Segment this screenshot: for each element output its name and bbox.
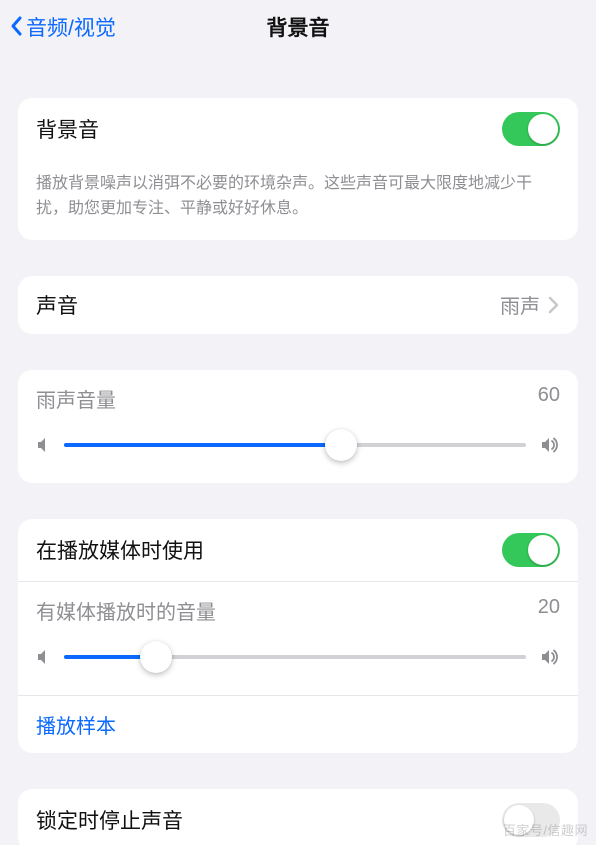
watermark: 百家号/信趣网 [503, 820, 588, 839]
volume-low-icon [36, 648, 50, 666]
chevron-left-icon [8, 15, 24, 39]
media-volume-slider[interactable] [64, 641, 526, 673]
primary-volume-label: 雨声音量 [36, 384, 116, 413]
back-label: 音频/视觉 [26, 12, 116, 42]
primary-volume-value: 60 [538, 384, 560, 413]
group-sound: 声音 雨声 [18, 276, 578, 334]
sound-label: 声音 [36, 290, 500, 320]
master-toggle-desc: 播放背景噪声以消弭不必要的环境杂声。这些声音可最大限度地减少干扰，助您更加专注、… [18, 160, 578, 240]
master-toggle[interactable] [502, 112, 560, 146]
use-with-media-label: 在播放媒体时使用 [36, 535, 502, 565]
nav-bar: 音频/视觉 背景音 [0, 0, 596, 54]
volume-low-icon [36, 436, 50, 454]
group-lock: 锁定时停止声音 [18, 789, 578, 845]
group-media: 在播放媒体时使用 有媒体播放时的音量 20 播放样本 [18, 519, 578, 753]
stop-when-locked-label: 锁定时停止声音 [36, 805, 502, 835]
group-primary-volume: 雨声音量 60 [18, 370, 578, 483]
use-with-media-toggle[interactable] [502, 533, 560, 567]
volume-high-icon [540, 648, 560, 666]
sound-value: 雨声 [500, 290, 540, 319]
media-volume-value: 20 [538, 596, 560, 625]
master-toggle-label: 背景音 [36, 114, 502, 144]
chevron-right-icon [546, 295, 560, 315]
play-sample-button[interactable]: 播放样本 [18, 695, 578, 753]
volume-high-icon [540, 436, 560, 454]
group-background-sound: 背景音 播放背景噪声以消弭不必要的环境杂声。这些声音可最大限度地减少干扰，助您更… [18, 98, 578, 240]
back-button[interactable]: 音频/视觉 [8, 12, 116, 42]
media-volume-label: 有媒体播放时的音量 [36, 596, 216, 625]
primary-volume-slider[interactable] [64, 429, 526, 461]
sound-row[interactable]: 声音 雨声 [18, 276, 578, 334]
